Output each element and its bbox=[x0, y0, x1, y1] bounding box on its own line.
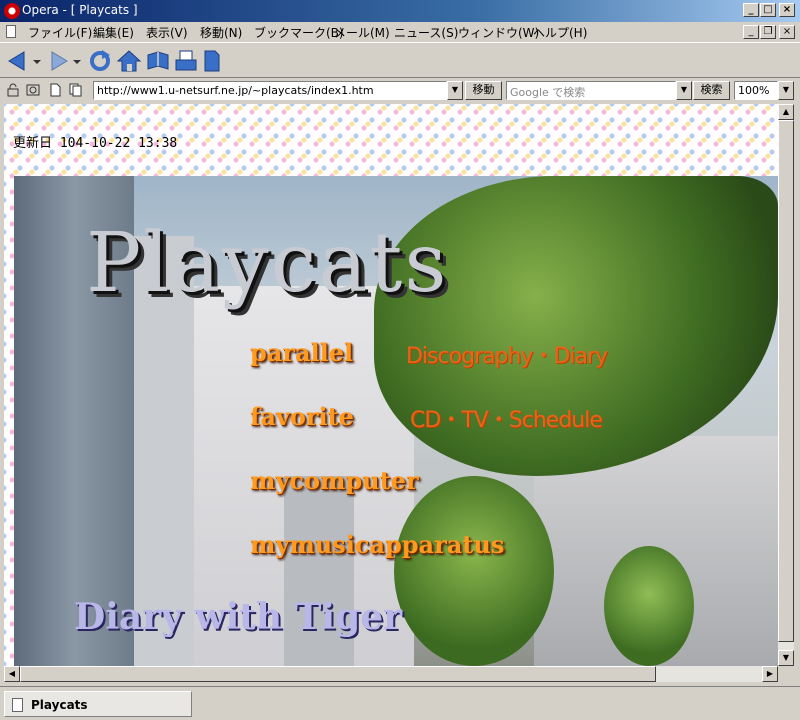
page-viewport: 更新日 104-10-22 13:38 Playcats parallel Di… bbox=[4, 104, 778, 666]
print-icon[interactable] bbox=[174, 49, 198, 73]
url-history-dropdown[interactable]: ▼ bbox=[447, 81, 463, 100]
document-icon bbox=[6, 25, 16, 38]
horizontal-scrollbar[interactable]: ◀ ▶ bbox=[4, 666, 778, 682]
new-page-icon[interactable] bbox=[202, 49, 222, 73]
menu-file[interactable]: ファイル(F) bbox=[28, 24, 92, 41]
mdi-minimize-button[interactable]: _ bbox=[743, 25, 759, 39]
cookie-icon[interactable] bbox=[26, 83, 40, 97]
mdi-close-button[interactable]: × bbox=[779, 25, 795, 39]
zoom-input[interactable]: 100% bbox=[734, 81, 778, 100]
back-history-dropdown-icon[interactable] bbox=[32, 49, 42, 73]
scroll-right-button[interactable]: ▶ bbox=[762, 666, 778, 682]
menu-edit[interactable]: 編集(E) bbox=[93, 24, 134, 41]
reload-icon[interactable] bbox=[88, 49, 112, 73]
menu-window[interactable]: ウィンドウ(W) bbox=[458, 24, 539, 41]
favorite-subtitle: CD・TV・Schedule bbox=[410, 408, 603, 433]
window-title: Opera - [ Playcats ] bbox=[22, 3, 138, 17]
parallel-link[interactable]: parallel bbox=[250, 338, 353, 367]
vertical-scrollbar[interactable]: ▲ ▼ bbox=[778, 104, 794, 666]
tab-playcats[interactable]: Playcats bbox=[4, 691, 192, 717]
mdi-restore-button[interactable]: ❐ bbox=[760, 25, 776, 39]
scroll-up-button[interactable]: ▲ bbox=[778, 104, 794, 120]
zoom-dropdown[interactable]: ▼ bbox=[778, 81, 794, 100]
scroll-left-button[interactable]: ◀ bbox=[4, 666, 20, 682]
last-updated-text: 更新日 104-10-22 13:38 bbox=[13, 136, 178, 151]
close-button[interactable]: × bbox=[779, 3, 795, 17]
go-button[interactable]: 移動 bbox=[465, 81, 502, 100]
menu-bookmarks[interactable]: ブックマーク(B) bbox=[254, 24, 344, 41]
search-button[interactable]: 検索 bbox=[693, 81, 730, 100]
menu-mail[interactable]: メール(M) bbox=[334, 24, 390, 41]
search-input[interactable]: Google で検索 bbox=[506, 81, 676, 100]
street-tree-image bbox=[394, 476, 554, 666]
search-engine-dropdown[interactable]: ▼ bbox=[676, 81, 692, 100]
navigation-toolbar bbox=[0, 42, 800, 78]
menu-navigate[interactable]: 移動(N) bbox=[200, 24, 242, 41]
small-tree-image bbox=[604, 546, 694, 666]
hero-image: Playcats parallel Discography・Diary favo… bbox=[14, 176, 778, 666]
address-bar: http://www1.u-netsurf.ne.jp/~playcats/in… bbox=[0, 79, 800, 101]
menu-view[interactable]: 表示(V) bbox=[146, 24, 188, 41]
mymusicapparatus-link[interactable]: mymusicapparatus bbox=[250, 530, 504, 559]
copy-page-icon[interactable] bbox=[68, 83, 82, 97]
page-info-icon[interactable] bbox=[48, 83, 62, 97]
tab-label: Playcats bbox=[31, 698, 88, 712]
scroll-down-button[interactable]: ▼ bbox=[778, 650, 794, 666]
horizontal-scroll-thumb[interactable] bbox=[20, 666, 656, 682]
minimize-button[interactable]: _ bbox=[743, 3, 759, 17]
opera-window: Opera - [ Playcats ] _ □ × ファイル(F) 編集(E)… bbox=[0, 0, 800, 720]
page-tab-icon bbox=[12, 698, 23, 712]
home-icon[interactable] bbox=[116, 49, 142, 73]
hotlist-icon[interactable] bbox=[146, 49, 170, 73]
forward-history-dropdown-icon[interactable] bbox=[72, 49, 82, 73]
menu-news[interactable]: ニュース(S) bbox=[394, 24, 458, 41]
title-bar: Opera - [ Playcats ] _ □ × bbox=[0, 0, 800, 22]
vertical-scroll-thumb[interactable] bbox=[778, 120, 794, 642]
maximize-button[interactable]: □ bbox=[760, 3, 776, 17]
diary-link[interactable]: Diary with Tiger bbox=[74, 596, 402, 638]
tab-bar: Playcats bbox=[0, 686, 800, 720]
opera-logo-icon bbox=[4, 3, 20, 19]
url-input[interactable]: http://www1.u-netsurf.ne.jp/~playcats/in… bbox=[93, 81, 447, 100]
back-arrow-icon[interactable] bbox=[6, 49, 30, 73]
favorite-link[interactable]: favorite bbox=[250, 402, 354, 431]
menu-help[interactable]: ヘルプ(H) bbox=[533, 24, 587, 41]
forward-arrow-icon[interactable] bbox=[46, 49, 70, 73]
security-lock-icon[interactable] bbox=[6, 83, 20, 97]
site-logo-text: Playcats bbox=[86, 216, 449, 311]
mycomputer-link[interactable]: mycomputer bbox=[250, 466, 419, 495]
menu-bar: ファイル(F) 編集(E) 表示(V) 移動(N) ブックマーク(B) メール(… bbox=[0, 22, 800, 42]
parallel-subtitle: Discography・Diary bbox=[406, 344, 608, 369]
